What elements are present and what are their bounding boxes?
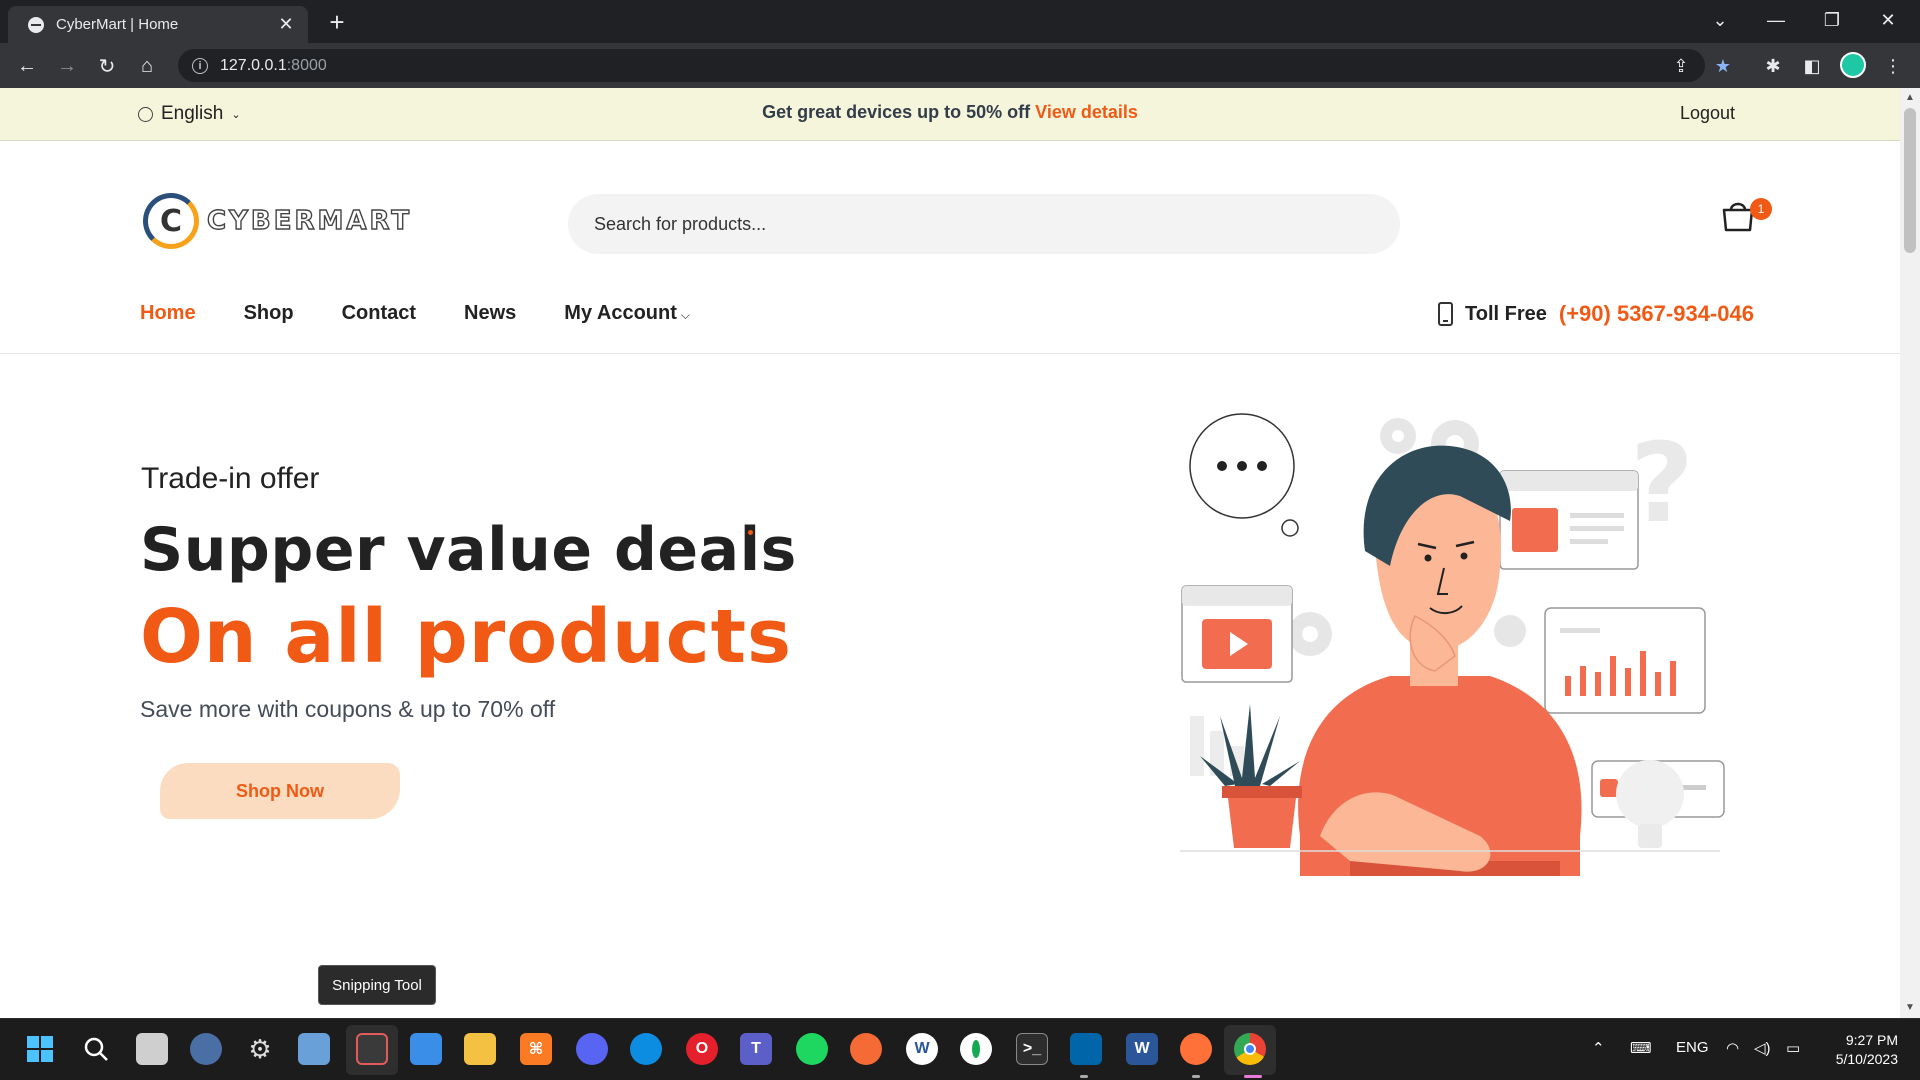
- scroll-down-icon[interactable]: ▼: [1900, 1002, 1920, 1013]
- tab-title: CyberMart | Home: [56, 16, 179, 33]
- snipping-tool-icon[interactable]: [356, 1033, 388, 1065]
- wifi-icon[interactable]: ◠: [1726, 1039, 1739, 1057]
- photos-icon[interactable]: [298, 1033, 330, 1065]
- settings-gear-icon[interactable]: ⚙: [244, 1033, 276, 1065]
- main-navigation: Home Shop Contact News My Account ⌵: [140, 302, 690, 325]
- url-host: 127.0.0.1: [220, 56, 287, 74]
- volume-icon[interactable]: ◁): [1754, 1039, 1771, 1057]
- language-indicator[interactable]: ENG: [1676, 1039, 1709, 1056]
- tab-search-icon[interactable]: ⌄: [1692, 0, 1748, 40]
- notepad-icon[interactable]: [410, 1033, 442, 1065]
- cart-button[interactable]: 1: [1720, 198, 1772, 238]
- hero-headline-accent: On all products: [140, 594, 793, 680]
- system-clock[interactable]: 9:27 PM 5/10/2023: [1820, 1031, 1898, 1069]
- app-w-icon[interactable]: W: [906, 1033, 938, 1065]
- cart-count-badge: 1: [1750, 198, 1772, 220]
- chrome-icon[interactable]: [1234, 1033, 1266, 1065]
- control-panel-icon[interactable]: [190, 1033, 222, 1065]
- taskbar-tooltip: Snipping Tool: [318, 965, 436, 1005]
- logo-mark-icon: C: [143, 193, 199, 249]
- chevron-down-icon: ⌵: [680, 308, 690, 322]
- hero-headline: Supper value deals: [140, 515, 797, 585]
- site-favicon-icon: [28, 16, 44, 33]
- clock-date: 5/10/2023: [1835, 1051, 1898, 1067]
- restore-icon[interactable]: ❐: [1804, 0, 1860, 40]
- firefox-icon[interactable]: [1180, 1033, 1212, 1065]
- nav-shop[interactable]: Shop: [244, 302, 294, 325]
- new-tab-button[interactable]: +: [322, 7, 352, 38]
- word-icon[interactable]: W: [1126, 1033, 1158, 1065]
- reload-icon[interactable]: ↻: [91, 51, 123, 81]
- chevron-up-icon[interactable]: ⌃: [1592, 1039, 1605, 1057]
- edge-icon[interactable]: [630, 1033, 662, 1065]
- file-explorer-icon[interactable]: [464, 1033, 496, 1065]
- opera-icon[interactable]: O: [686, 1033, 718, 1065]
- close-window-icon[interactable]: ✕: [1860, 0, 1916, 40]
- view-details-link[interactable]: View details: [1035, 102, 1138, 122]
- decorative-dot: [748, 530, 753, 535]
- browser-tab[interactable]: CyberMart | Home ✕: [8, 6, 308, 43]
- scroll-up-icon[interactable]: ▲: [1900, 92, 1920, 103]
- shop-now-button[interactable]: Shop Now: [160, 763, 400, 819]
- logout-link[interactable]: Logout: [1680, 103, 1735, 124]
- promo-topbar: English ⌄ Get great devices up to 50% of…: [0, 88, 1900, 141]
- address-bar[interactable]: i 127.0.0.1:8000: [178, 49, 1705, 82]
- hero-illustration: ?: [1180, 413, 1725, 876]
- app-running-indicator: [1080, 1075, 1088, 1078]
- nav-my-account-label: My Account: [564, 302, 677, 324]
- windows-start-icon[interactable]: [24, 1033, 56, 1065]
- minimize-icon[interactable]: —: [1748, 0, 1804, 40]
- xampp-icon[interactable]: ⌘: [520, 1033, 552, 1065]
- app-running-indicator: [1192, 1075, 1200, 1078]
- battery-icon[interactable]: ▭: [1786, 1039, 1800, 1057]
- terminal-icon[interactable]: >_: [1016, 1033, 1048, 1065]
- promo-banner: Get great devices up to 50% off View det…: [0, 102, 1900, 123]
- hero-tagline: Trade-in offer: [141, 462, 320, 495]
- keyboard-icon[interactable]: ⌨: [1630, 1039, 1652, 1057]
- search-input[interactable]: [568, 194, 1400, 254]
- hero-subtext: Save more with coupons & up to 70% off: [140, 696, 556, 722]
- profile-avatar[interactable]: [1840, 52, 1866, 78]
- nav-contact[interactable]: Contact: [342, 302, 416, 325]
- webpage: English ⌄ Get great devices up to 50% of…: [0, 88, 1900, 1018]
- teams-icon[interactable]: T: [740, 1033, 772, 1065]
- windows-taskbar: ⚙ ⌘ O T W >_ W ⌃ ⌨ ENG ◠ ◁) ▭ 9:27 PM 5/…: [0, 1018, 1920, 1080]
- forward-icon[interactable]: →: [51, 51, 83, 81]
- clock-time: 9:27 PM: [1845, 1032, 1898, 1048]
- promo-text: Get great devices up to 50% off: [762, 102, 1036, 122]
- chrome-menu-icon[interactable]: ⋮: [1880, 53, 1906, 79]
- share-icon[interactable]: ⇪: [1668, 53, 1694, 79]
- spotify-icon[interactable]: [796, 1033, 828, 1065]
- site-info-icon[interactable]: i: [192, 57, 208, 74]
- nav-home[interactable]: Home: [140, 302, 196, 325]
- logo-text: CYBERMART: [206, 205, 413, 236]
- back-icon[interactable]: ←: [11, 51, 43, 81]
- postman-icon[interactable]: [850, 1033, 882, 1065]
- close-tab-icon[interactable]: ✕: [276, 14, 296, 35]
- nav-news[interactable]: News: [464, 302, 516, 325]
- discord-icon[interactable]: [576, 1033, 608, 1065]
- extensions-icon[interactable]: ✱: [1760, 53, 1786, 79]
- svg-text:?: ?: [1630, 419, 1694, 547]
- vscode-icon[interactable]: [1070, 1033, 1102, 1065]
- url-port: :8000: [286, 56, 327, 74]
- browser-tabbar: CyberMart | Home ✕ + ⌄ — ❐ ✕: [0, 0, 1920, 43]
- browser-toolbar: ← → ↻ ⌂ i 127.0.0.1:8000 ⇪ ★: [0, 43, 1920, 88]
- mongodb-icon[interactable]: [960, 1033, 992, 1065]
- task-view-icon[interactable]: [136, 1033, 168, 1065]
- app-active-indicator: [1244, 1075, 1262, 1078]
- home-icon[interactable]: ⌂: [131, 51, 163, 81]
- side-panel-icon[interactable]: ◧: [1799, 53, 1825, 79]
- bookmark-star-icon[interactable]: ★: [1710, 53, 1736, 79]
- search-icon[interactable]: [80, 1033, 112, 1065]
- scrollbar-thumb[interactable]: [1904, 108, 1916, 253]
- page-scrollbar[interactable]: ▲ ▼: [1900, 88, 1920, 1018]
- nav-my-account[interactable]: My Account ⌵: [564, 302, 690, 325]
- site-logo[interactable]: C CYBERMART: [143, 193, 412, 249]
